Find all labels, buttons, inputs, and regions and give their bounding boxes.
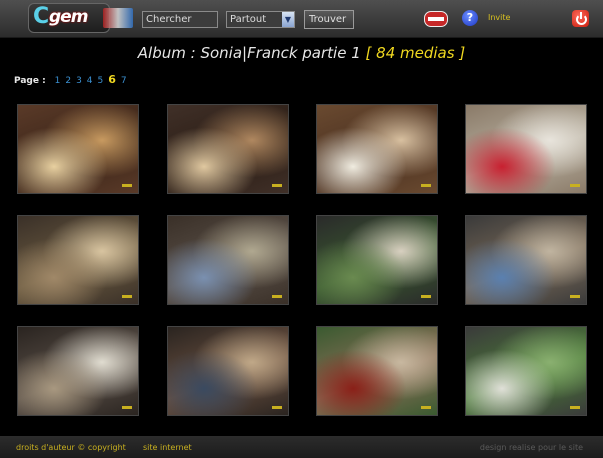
photo-thumbnail[interactable] — [465, 104, 587, 194]
copyright-link[interactable]: droits d'auteur © copyright — [16, 443, 126, 452]
page-link-6[interactable]: 6 — [108, 73, 116, 86]
page-link-4[interactable]: 4 — [87, 76, 93, 86]
photo-thumbnail[interactable] — [17, 215, 139, 305]
photo-thumbnail[interactable] — [17, 104, 139, 194]
flag-icon[interactable] — [424, 11, 448, 27]
design-credit: design realise pour le site — [479, 443, 583, 452]
thumbnail-marker — [421, 184, 431, 187]
pagination-label: Page : — [14, 76, 46, 86]
thumbnail-marker — [122, 406, 132, 409]
logo-text: gem — [49, 7, 88, 27]
thumbnail-marker — [272, 406, 282, 409]
thumbnail-marker — [122, 295, 132, 298]
find-button[interactable]: Trouver — [304, 10, 354, 29]
photo-thumbnail[interactable] — [167, 104, 289, 194]
page-link-3[interactable]: 3 — [76, 76, 82, 86]
help-icon[interactable]: ? — [462, 10, 478, 26]
album-title-prefix: Album : — [137, 44, 201, 62]
thumbnail-marker — [272, 295, 282, 298]
search-input[interactable]: Chercher — [142, 11, 218, 28]
thumbnail-marker — [272, 184, 282, 187]
photo-thumbnail[interactable] — [17, 326, 139, 416]
photo-thumbnail[interactable] — [465, 215, 587, 305]
logo-strip-decoration — [103, 8, 133, 28]
page-link-7[interactable]: 7 — [121, 76, 127, 86]
thumbnail-marker — [421, 295, 431, 298]
photo-thumbnail[interactable] — [167, 215, 289, 305]
chevron-down-icon[interactable]: ▼ — [282, 12, 294, 27]
thumbnail-marker — [570, 184, 580, 187]
search-scope-select[interactable]: Partout ▼ — [226, 11, 295, 28]
page-link-1[interactable]: 1 — [55, 76, 61, 86]
power-icon[interactable] — [572, 10, 589, 27]
page-link-2[interactable]: 2 — [65, 76, 71, 86]
album-media-count: [ 84 medias ] — [365, 44, 466, 62]
album-title: Album : Sonia|Franck partie 1 [ 84 media… — [0, 44, 603, 62]
photo-thumbnail[interactable] — [167, 326, 289, 416]
footer: droits d'auteur © copyright site interne… — [0, 436, 603, 458]
user-link[interactable]: Invite — [488, 13, 510, 22]
album-name: Sonia|Franck partie 1 — [200, 44, 361, 62]
pagination: Page : 1234567 — [14, 73, 132, 86]
page-link-5[interactable]: 5 — [98, 76, 104, 86]
top-toolbar: C gem Chercher Partout ▼ Trouver ? Invit… — [0, 0, 603, 38]
thumbnail-marker — [122, 184, 132, 187]
photo-thumbnail[interactable] — [316, 104, 438, 194]
photo-thumbnail[interactable] — [316, 326, 438, 416]
site-logo[interactable]: C gem — [28, 3, 133, 33]
thumbnail-marker — [570, 295, 580, 298]
website-link[interactable]: site internet — [143, 443, 192, 452]
photo-thumbnail[interactable] — [316, 215, 438, 305]
photo-thumbnail[interactable] — [465, 326, 587, 416]
thumbnail-marker — [421, 406, 431, 409]
thumbnail-marker — [570, 406, 580, 409]
search-scope-value: Partout — [230, 14, 267, 25]
